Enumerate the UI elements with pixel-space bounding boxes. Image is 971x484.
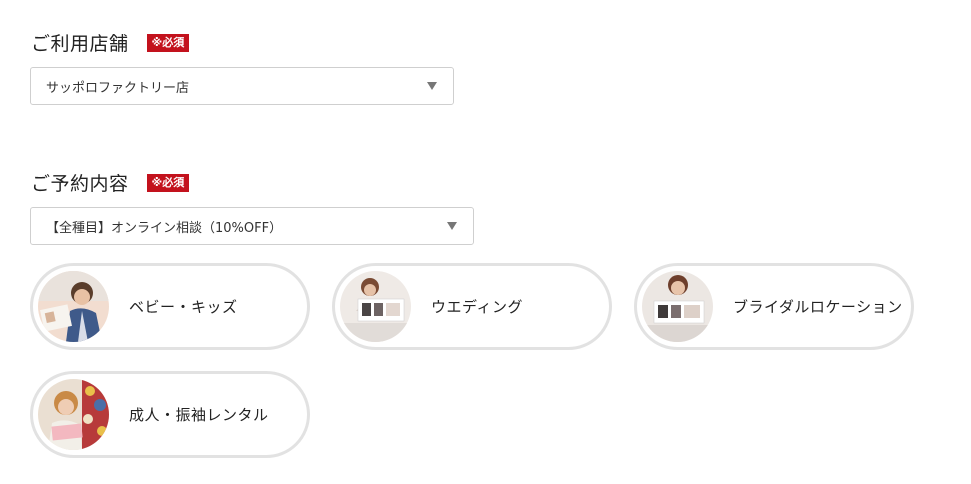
category-wedding[interactable]: ウエディング — [332, 263, 612, 350]
reservation-label: ご予約内容 — [31, 173, 129, 195]
store-required-badge: ※必須 — [146, 33, 190, 52]
reservation-select[interactable]: 【全種目】オンライン相談（10%OFF） — [30, 207, 474, 245]
store-label: ご利用店舗 — [31, 33, 129, 55]
store-select-value: サッポロファクトリー店 — [46, 80, 190, 96]
reservation-select-value: 【全種目】オンライン相談（10%OFF） — [46, 220, 283, 236]
category-baby-kids[interactable]: ベビー・キッズ — [30, 263, 310, 350]
chevron-down-icon — [427, 82, 437, 90]
category-label: 成人・振袖レンタル — [129, 406, 269, 424]
reservation-section-title: ご予約内容 ※必須 — [31, 169, 190, 196]
seijin-furisode-photo — [38, 379, 109, 450]
bridal-location-photo — [642, 271, 713, 342]
store-select[interactable]: サッポロファクトリー店 — [30, 67, 454, 105]
store-section-title: ご利用店舗 ※必須 — [31, 29, 190, 56]
baby-kids-photo — [38, 271, 109, 342]
category-label: ベビー・キッズ — [129, 298, 238, 316]
category-label: ウエディング — [431, 298, 523, 316]
wedding-photo — [340, 271, 411, 342]
chevron-down-icon — [447, 222, 457, 230]
category-seijin-furisode[interactable]: 成人・振袖レンタル — [30, 371, 310, 458]
category-label: ブライダルロケーション — [733, 298, 903, 316]
reservation-required-badge: ※必須 — [146, 173, 190, 192]
category-bridal-location[interactable]: ブライダルロケーション — [634, 263, 914, 350]
